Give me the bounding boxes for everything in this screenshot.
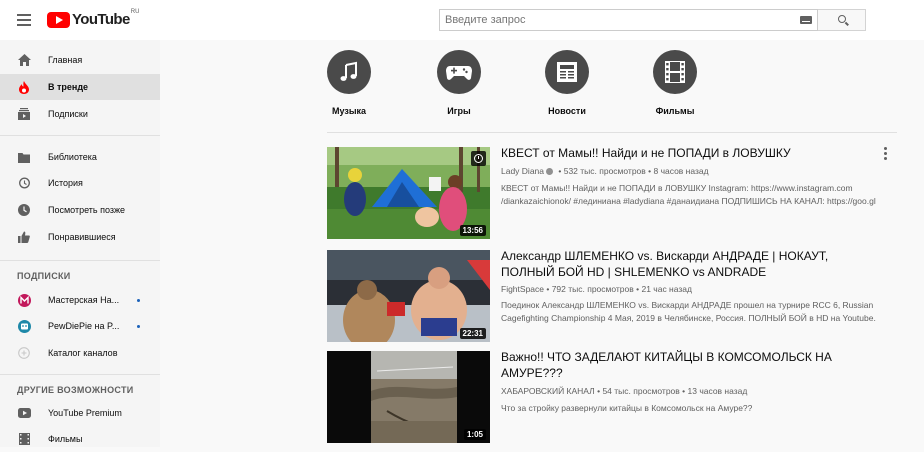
sidebar-item-home[interactable]: Главная (0, 47, 160, 73)
more-section-title: ДРУГИЕ ВОЗМОЖНОСТИ (17, 385, 134, 395)
video-stats: 792 тыс. просмотров • 21 час назад (551, 284, 692, 294)
video-item: 13:56 КВЕСТ от Мамы!! Найди и не ПОПАДИ … (327, 145, 897, 239)
logo-region: RU (130, 9, 140, 15)
chip-label: Музыка (331, 106, 367, 116)
hamburger-menu-icon[interactable] (17, 14, 31, 26)
video-thumbnail[interactable]: 22:31 (327, 250, 490, 342)
gamepad-icon (437, 50, 481, 94)
video-duration: 1:05 (463, 429, 486, 440)
keyboard-icon[interactable] (800, 16, 812, 24)
sidebar-item-trending[interactable]: В тренде (0, 74, 160, 100)
category-chips: Музыка Игры Новости Фильмы (327, 50, 727, 125)
video-thumbnail[interactable]: 13:56 (327, 147, 490, 239)
video-description: Что за стройку развернули китайцы в Комс… (501, 403, 753, 413)
sidebar-divider (0, 260, 160, 261)
video-meta: ХАБАРОВСКИЙ КАНАЛ • 54 тыс. просмотров •… (501, 386, 748, 396)
sidebar-subscription-channel[interactable]: PewDiePie на P... (0, 313, 160, 339)
video-item: 22:31 Александр ШЛЕМЕНКО vs. Вискарди АН… (327, 248, 897, 342)
sidebar-divider (0, 135, 160, 136)
sidebar-item-label: Посмотреть позже (48, 205, 126, 215)
channel-name[interactable]: ХАБАРОВСКИЙ КАНАЛ (501, 386, 595, 396)
youtube-icon (17, 406, 31, 420)
plus-circle-icon (17, 346, 31, 360)
video-stats: 532 тыс. просмотров • 8 часов назад (563, 166, 709, 176)
video-title[interactable]: КВЕСТ от Мамы!! Найди и не ПОПАДИ в ЛОВУ… (501, 145, 871, 161)
video-meta: FightSpace • 792 тыс. просмотров • 21 ча… (501, 284, 692, 294)
search-input[interactable] (440, 10, 790, 30)
sidebar-item-subscriptions[interactable]: Подписки (0, 101, 160, 127)
sidebar-item-liked[interactable]: Понравившиеся (0, 224, 160, 250)
chip-games[interactable]: Игры (429, 50, 489, 116)
new-content-dot (137, 299, 140, 302)
channel-name[interactable]: Lady Diana (501, 166, 544, 176)
sidebar-item-label: Фильмы (48, 434, 83, 444)
sidebar-divider (0, 374, 160, 375)
search-box (439, 9, 818, 31)
film-icon (653, 50, 697, 94)
more-options-icon[interactable] (880, 147, 890, 161)
sidebar-item-label: Каталог каналов (48, 348, 118, 358)
video-title[interactable]: Александр ШЛЕМЕНКО vs. Вискарди АНДРАДЕ … (501, 248, 871, 280)
top-bar: YouTube RU (0, 0, 924, 40)
logo-text: YouTube (72, 11, 130, 28)
sidebar-item-history[interactable]: История (0, 170, 160, 196)
sidebar-item-label: YouTube Premium (48, 408, 122, 418)
chip-music[interactable]: Музыка (319, 50, 379, 116)
newspaper-icon (545, 50, 589, 94)
video-item: 1:05 Важно!! ЧТО ЗАДЕЛАЮТ КИТАЙЦЫ В КОМС… (327, 349, 897, 443)
video-meta: Lady Diana • 532 тыс. просмотров • 8 час… (501, 166, 709, 176)
sidebar-item-label: PewDiePie на P... (48, 321, 120, 331)
sidebar-item-label: В тренде (48, 82, 89, 92)
library-icon (17, 150, 31, 164)
history-icon (17, 176, 31, 190)
verified-check-icon (546, 168, 554, 175)
video-title[interactable]: Важно!! ЧТО ЗАДЕЛАЮТ КИТАЙЦЫ В КОМСОМОЛЬ… (501, 349, 871, 381)
chip-label: Игры (447, 106, 471, 116)
sidebar: Главная В тренде Подписки Библиотека Ист… (0, 40, 160, 447)
sidebar-item-label: Библиотека (48, 152, 97, 162)
sidebar-subscription-channel[interactable]: Мастерская На... (0, 287, 160, 313)
video-description: Поединок Александр ШЛЕМЕНКО vs. Вискарди… (501, 300, 876, 323)
youtube-logo[interactable]: YouTube RU (47, 9, 140, 28)
new-content-dot (137, 325, 140, 328)
sidebar-item-label: Мастерская На... (48, 295, 120, 305)
watch-later-icon (17, 203, 31, 217)
video-duration: 13:56 (459, 225, 486, 236)
channel-avatar (17, 293, 31, 307)
sidebar-item-channel-catalog[interactable]: Каталог каналов (0, 340, 160, 366)
video-stats: 54 тыс. просмотров • 13 часов назад (602, 386, 748, 396)
watch-later-icon[interactable] (471, 151, 486, 166)
film-icon (17, 432, 31, 446)
chip-news[interactable]: Новости (537, 50, 597, 116)
sidebar-item-label: Подписки (48, 109, 88, 119)
thumbs-up-icon (17, 230, 31, 244)
chip-label: Новости (548, 106, 586, 116)
sidebar-item-films[interactable]: Фильмы (0, 426, 160, 452)
sidebar-item-library[interactable]: Библиотека (0, 144, 160, 170)
video-duration: 22:31 (459, 328, 486, 339)
trending-icon (17, 80, 31, 94)
sidebar-item-youtube-premium[interactable]: YouTube Premium (0, 400, 160, 426)
channel-avatar (17, 319, 31, 333)
video-thumbnail[interactable]: 1:05 (327, 351, 490, 443)
subscriptions-icon (17, 107, 31, 121)
feed-divider (327, 132, 897, 133)
sidebar-item-label: История (48, 178, 83, 188)
youtube-play-icon (47, 11, 70, 28)
chip-label: Фильмы (655, 106, 695, 116)
sidebar-item-watch-later[interactable]: Посмотреть позже (0, 197, 160, 223)
sidebar-item-label: Главная (48, 55, 83, 65)
video-description: КВЕСТ от Мамы!! Найди и не ПОПАДИ в ЛОВУ… (501, 183, 876, 206)
search-button[interactable] (818, 9, 866, 31)
sidebar-item-label: Понравившиеся (48, 232, 116, 242)
home-icon (17, 53, 31, 67)
subscriptions-section-title: ПОДПИСКИ (17, 271, 71, 281)
search-icon (838, 15, 846, 23)
chip-films[interactable]: Фильмы (645, 50, 705, 116)
channel-name[interactable]: FightSpace (501, 284, 544, 294)
music-note-icon (327, 50, 371, 94)
